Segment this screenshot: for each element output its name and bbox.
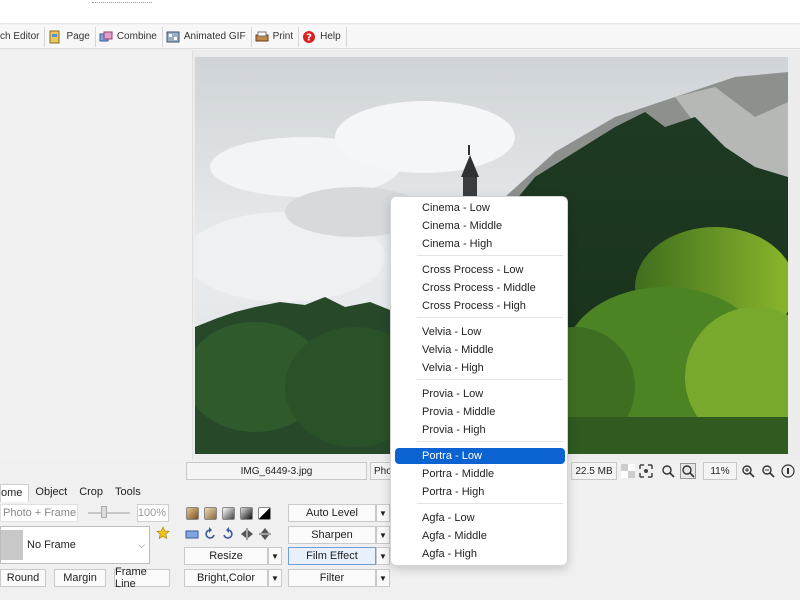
zoom-level: 11%	[703, 462, 737, 480]
opacity-slider-thumb[interactable]	[101, 506, 107, 518]
toolbar-item-label: Print	[272, 31, 294, 42]
menu-item-provia-high[interactable]: Provia - High	[395, 422, 565, 438]
filename-display: IMG_6449-3.jpg	[186, 462, 367, 480]
main-toolbar: ch Editor Page Combine Animated GIF Prin…	[0, 25, 800, 49]
toolbar-item-label: ch Editor	[0, 31, 40, 42]
workspace-left-area	[0, 50, 193, 460]
toolbar-item-label: Combine	[116, 31, 157, 42]
flip-horizontal-icon[interactable]	[240, 527, 254, 541]
opacity-slider-track[interactable]	[88, 512, 130, 514]
tone-sepia-icon[interactable]	[186, 507, 199, 520]
tone-dark-icon[interactable]	[240, 507, 253, 520]
tone-gray-icon[interactable]	[222, 507, 235, 520]
frame-thumbnail	[1, 530, 23, 560]
menu-item-agfa-high[interactable]: Agfa - High	[395, 546, 565, 562]
transparency-icon[interactable]	[620, 463, 636, 479]
menu-item-cross-process-low[interactable]: Cross Process - Low	[395, 262, 565, 278]
bright-color-dropdown[interactable]: ▼	[268, 569, 282, 587]
auto-level-button[interactable]: Auto Level	[288, 504, 376, 522]
resize-dropdown[interactable]: ▼	[268, 547, 282, 565]
sharpen-dropdown[interactable]: ▼	[376, 526, 390, 544]
menu-item-cinema-high[interactable]: Cinema - High	[395, 236, 565, 252]
margin-button[interactable]: Margin	[54, 569, 106, 587]
menu-separator	[417, 317, 563, 318]
toolbar-help[interactable]: ? Help	[299, 26, 347, 47]
tab-object[interactable]: Object	[29, 484, 73, 502]
zoom-fit-icon[interactable]	[680, 463, 696, 479]
resize-button[interactable]: Resize	[184, 547, 268, 565]
tone-warm-icon[interactable]	[204, 507, 217, 520]
rotate-left-icon[interactable]	[203, 527, 217, 541]
toolbar-item-label: Help	[320, 31, 341, 42]
menu-item-agfa-middle[interactable]: Agfa - Middle	[395, 528, 565, 544]
menu-item-velvia-high[interactable]: Velvia - High	[395, 360, 565, 376]
frame-select-value: No Frame	[27, 539, 76, 551]
chevron-down-icon: ⌵	[138, 539, 145, 550]
film-effect-dropdown[interactable]: ▼	[376, 547, 390, 565]
menu-item-velvia-low[interactable]: Velvia - Low	[395, 324, 565, 340]
help-icon: ?	[302, 30, 316, 44]
zoom-out-icon[interactable]	[760, 463, 776, 479]
sharpen-button[interactable]: Sharpen	[288, 526, 376, 544]
toolbar-combine[interactable]: Combine	[96, 26, 163, 47]
round-button[interactable]: Round	[0, 569, 46, 587]
menu-separator	[417, 255, 563, 256]
menu-separator	[417, 441, 563, 442]
menu-item-cross-process-middle[interactable]: Cross Process - Middle	[395, 280, 565, 296]
tab-tools[interactable]: Tools	[109, 484, 147, 502]
bright-color-button[interactable]: Bright,Color	[184, 569, 268, 587]
menu-item-velvia-middle[interactable]: Velvia - Middle	[395, 342, 565, 358]
title-fragment	[92, 0, 152, 3]
tone-invert-icon[interactable]	[258, 507, 271, 520]
combine-icon	[99, 30, 113, 44]
menu-item-portra-middle[interactable]: Portra - Middle	[395, 466, 565, 482]
menu-item-cinema-middle[interactable]: Cinema - Middle	[395, 218, 565, 234]
menu-item-agfa-low[interactable]: Agfa - Low	[395, 510, 565, 526]
filter-dropdown[interactable]: ▼	[376, 569, 390, 587]
menu-item-provia-middle[interactable]: Provia - Middle	[395, 404, 565, 420]
tab-crop[interactable]: Crop	[73, 484, 109, 502]
info-icon[interactable]	[780, 463, 796, 479]
film-effect-menu: Cinema - Low Cinema - Middle Cinema - High…	[390, 196, 568, 566]
star-icon[interactable]	[156, 526, 170, 540]
filter-button[interactable]: Filter	[288, 569, 376, 587]
toolbar-page[interactable]: Page	[45, 26, 96, 47]
print-icon	[255, 30, 269, 44]
frame-line-button[interactable]: Frame Line	[114, 566, 170, 590]
menu-separator	[417, 379, 563, 380]
tab-home[interactable]: ome	[0, 484, 30, 502]
toolbar-item-label: Animated GIF	[183, 31, 246, 42]
flip-icon[interactable]	[185, 527, 199, 541]
animated-gif-icon	[166, 30, 180, 44]
menu-item-cinema-low[interactable]: Cinema - Low	[395, 200, 565, 216]
fit-screen-icon[interactable]	[638, 463, 654, 479]
opacity-input[interactable]: 100%	[137, 504, 169, 522]
toolbar-batch-editor[interactable]: ch Editor	[0, 26, 46, 47]
title-strip	[0, 0, 800, 24]
menu-item-portra-low[interactable]: Portra - Low	[395, 448, 565, 464]
menu-item-cross-process-high[interactable]: Cross Process - High	[395, 298, 565, 314]
menu-item-portra-high[interactable]: Portra - High	[395, 484, 565, 500]
film-effect-button[interactable]: Film Effect	[288, 547, 376, 565]
toolbar-item-label: Page	[66, 31, 90, 42]
toolbar-animated-gif[interactable]: Animated GIF	[163, 26, 252, 47]
zoom-actual-icon[interactable]	[660, 463, 676, 479]
filesize-display: 22.5 MB	[571, 462, 617, 480]
auto-level-dropdown[interactable]: ▼	[376, 504, 390, 522]
rotate-right-icon[interactable]	[221, 527, 235, 541]
menu-item-provia-low[interactable]: Provia - Low	[395, 386, 565, 402]
menu-separator	[417, 503, 563, 504]
zoom-in-icon[interactable]	[740, 463, 756, 479]
flip-vertical-icon[interactable]	[258, 527, 272, 541]
status-label-partial: Pho	[370, 462, 392, 480]
svg-text:?: ?	[306, 32, 312, 43]
page-icon	[48, 30, 62, 44]
panel-tabs: ome Object Crop Tools	[0, 484, 147, 502]
toolbar-print[interactable]: Print	[252, 26, 300, 47]
frame-select[interactable]: No Frame ⌵	[0, 526, 150, 564]
photo-frame-input[interactable]: Photo + Frame	[0, 504, 78, 522]
